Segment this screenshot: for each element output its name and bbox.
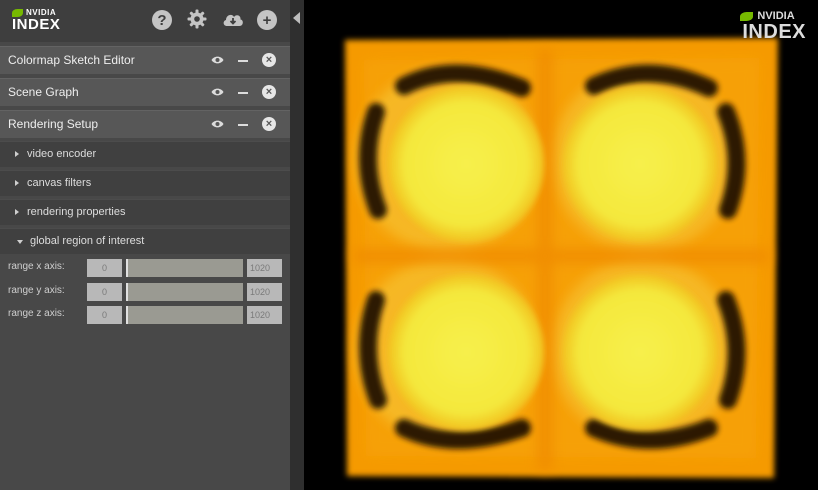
range-min-input[interactable]: 0 (87, 283, 122, 301)
nvidia-index-logo: NVIDIA INDEX (12, 8, 60, 32)
range-min-input[interactable]: 0 (87, 306, 122, 324)
section-colormap-sketch-editor[interactable]: Colormap Sketch Editor × (0, 46, 290, 74)
add-icon[interactable]: + (257, 10, 277, 30)
range-label: range z axis: (8, 308, 65, 319)
visibility-icon[interactable] (211, 55, 224, 65)
range-row-x: range x axis: 0 1020 (0, 259, 290, 279)
minimize-icon[interactable] (238, 124, 248, 126)
minimize-icon[interactable] (238, 92, 248, 94)
section-title: Colormap Sketch Editor (8, 53, 135, 67)
range-slider-handle[interactable] (126, 306, 128, 324)
nvidia-index-watermark: NVIDIA INDEX (740, 10, 806, 42)
subsection-video-encoder[interactable]: video encoder (0, 141, 290, 167)
collapse-panel-icon[interactable] (293, 12, 300, 24)
gear-icon[interactable] (186, 8, 208, 30)
minimize-icon[interactable] (238, 60, 248, 62)
subsection-title: canvas filters (27, 177, 92, 189)
range-max-input[interactable]: 1020 (247, 306, 282, 324)
panel-splitter[interactable] (290, 0, 304, 490)
visibility-icon[interactable] (211, 119, 224, 129)
range-max-input[interactable]: 1020 (247, 283, 282, 301)
section-scene-graph[interactable]: Scene Graph × (0, 78, 290, 106)
expand-arrow-icon (15, 180, 19, 186)
section-rendering-setup[interactable]: Rendering Setup × (0, 110, 290, 138)
volume-render-image (345, 38, 778, 478)
top-bar: NVIDIA INDEX ? + (0, 0, 290, 42)
help-icon[interactable]: ? (152, 10, 172, 30)
subsection-canvas-filters[interactable]: canvas filters (0, 170, 290, 196)
range-slider-handle[interactable] (126, 259, 128, 277)
logo-product: INDEX (12, 16, 61, 33)
close-icon[interactable]: × (262, 53, 276, 67)
range-max-input[interactable]: 1020 (247, 259, 282, 277)
visibility-icon[interactable] (211, 87, 224, 97)
subsection-title: global region of interest (30, 235, 145, 247)
nvidia-eye-icon (740, 11, 754, 21)
range-slider[interactable] (126, 306, 243, 324)
expand-arrow-icon (15, 151, 19, 157)
watermark-product: INDEX (742, 21, 806, 43)
close-icon[interactable]: × (262, 117, 276, 131)
subsection-title: rendering properties (27, 206, 126, 218)
range-slider[interactable] (126, 283, 243, 301)
range-label: range y axis: (8, 285, 65, 296)
subsection-global-region-of-interest[interactable]: global region of interest (0, 228, 290, 254)
range-row-z: range z axis: 0 1020 (0, 306, 290, 326)
cloud-download-icon[interactable] (222, 8, 244, 30)
render-viewport[interactable]: NVIDIA INDEX (304, 0, 818, 490)
range-row-y: range y axis: 0 1020 (0, 283, 290, 303)
section-title: Scene Graph (8, 85, 79, 99)
subsection-rendering-properties[interactable]: rendering properties (0, 199, 290, 225)
control-panel: NVIDIA INDEX ? + Colormap Sketch Editor … (0, 0, 290, 490)
range-slider[interactable] (126, 259, 243, 277)
collapse-arrow-icon (17, 240, 23, 244)
section-title: Rendering Setup (8, 117, 99, 131)
range-slider-handle[interactable] (126, 283, 128, 301)
subsection-title: video encoder (27, 148, 97, 160)
close-icon[interactable]: × (262, 85, 276, 99)
range-min-input[interactable]: 0 (87, 259, 122, 277)
expand-arrow-icon (15, 209, 19, 215)
range-label: range x axis: (8, 261, 65, 272)
